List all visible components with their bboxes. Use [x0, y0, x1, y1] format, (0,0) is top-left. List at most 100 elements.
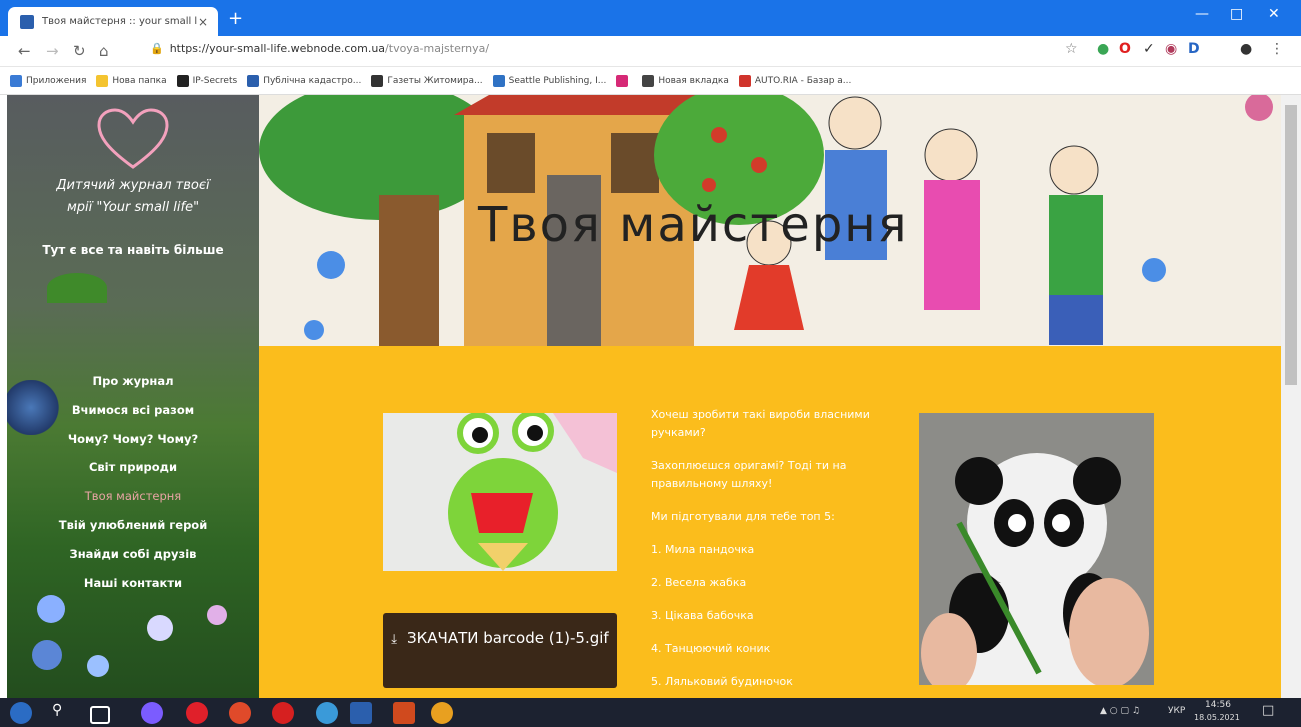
- window-close-icon[interactable]: ✕: [1268, 6, 1280, 22]
- opera-app-icon[interactable]: [186, 702, 208, 724]
- bookmark-label: IP-Secrets: [192, 75, 238, 86]
- maximize-icon[interactable]: □: [1230, 6, 1243, 22]
- sidebar-menu-item[interactable]: Світ природи: [7, 453, 259, 482]
- windows-taskbar: ⚲ ▲ ○ ▢ ♫ УКР 14:56 18.05.2021 □: [0, 698, 1301, 727]
- new-tab-button[interactable]: +: [228, 8, 243, 29]
- browser-tab[interactable]: Твоя майстерня :: your small life ×: [8, 7, 218, 36]
- bookmark-item[interactable]: IP-Secrets: [176, 74, 238, 87]
- tab-close-icon[interactable]: ×: [198, 15, 208, 29]
- sidebar: Дитячий журнал твоєї мрії "Your small li…: [7, 95, 259, 698]
- bookmark-label: Seattle Publishing, I...: [508, 75, 607, 86]
- chrome-app-icon[interactable]: [431, 702, 453, 724]
- bookmark-item[interactable]: Новая вкладка: [642, 74, 729, 87]
- sidebar-title-line2: мрії "Your small life": [66, 200, 200, 215]
- profile-avatar-icon[interactable]: ●: [1240, 41, 1252, 57]
- flower-icon: [37, 595, 65, 623]
- bookmark-item[interactable]: [616, 74, 632, 87]
- shield-extension-icon[interactable]: ●: [1097, 41, 1109, 57]
- bookmark-item[interactable]: Нова папка: [96, 74, 167, 87]
- search-icon[interactable]: ⚲: [52, 702, 62, 718]
- content-paragraph: Хочеш зробити такі вироби власними ручка…: [651, 408, 870, 439]
- notification-icon[interactable]: □: [1262, 703, 1274, 718]
- opera-extension-icon[interactable]: O: [1119, 41, 1131, 57]
- yandex-app-icon[interactable]: [229, 702, 251, 724]
- bookmark-label: Приложения: [26, 75, 87, 86]
- flower-icon: [32, 640, 62, 670]
- menu-dots-icon[interactable]: ⋮: [1270, 41, 1284, 57]
- word-app-icon[interactable]: [350, 702, 372, 724]
- download-icon: ⤓: [391, 632, 398, 647]
- start-button-icon[interactable]: [10, 702, 32, 724]
- page-title: Твоя майстерня: [478, 197, 909, 253]
- list-item: 2. Весела жабка: [651, 576, 747, 589]
- bookmark-icon: [96, 74, 109, 87]
- bookmark-item[interactable]: AUTO.RIA - Базар а...: [738, 74, 852, 87]
- bookmark-icon: [10, 74, 22, 87]
- sidebar-menu-item[interactable]: Твій улюблений герой: [7, 511, 259, 540]
- language-indicator[interactable]: УКР: [1168, 706, 1185, 716]
- clock-time: 14:56: [1205, 700, 1231, 710]
- bookmark-icon: [176, 74, 189, 87]
- bookmark-item[interactable]: Seattle Publishing, I...: [492, 74, 607, 87]
- download-button[interactable]: ⤓ ЗКАЧАТИ barcode (1)-5.gif: [383, 613, 617, 688]
- tray-icons[interactable]: ▲ ○ ▢ ♫: [1100, 706, 1140, 716]
- list-item: 5. Ляльковий будиночок: [651, 675, 793, 688]
- page-scrollbar[interactable]: [1281, 95, 1301, 698]
- task-view-icon[interactable]: [90, 706, 110, 724]
- powerpoint-app-icon[interactable]: [393, 702, 415, 724]
- bookmark-icon: [247, 74, 260, 87]
- list-item: 4. Танцюючий коник: [651, 642, 771, 655]
- bolt-extension-icon[interactable]: ✓: [1143, 41, 1155, 57]
- sidebar-menu-item[interactable]: Про журнал: [7, 367, 259, 396]
- sidebar-title-line1: Дитячий журнал твоєї: [56, 178, 210, 193]
- address-bar: ← → ↻ ⌂ 🔒 https://your-small-life.webnode…: [0, 36, 1301, 67]
- url-field[interactable]: 🔒 https://your-small-life.webnode.com.ua/…: [150, 42, 489, 55]
- extension-icon[interactable]: ◉: [1165, 41, 1177, 57]
- lock-icon: 🔒: [150, 42, 164, 55]
- bookmark-label: Новая вкладка: [658, 75, 729, 86]
- back-icon[interactable]: ←: [18, 42, 31, 60]
- flower-icon: [207, 605, 227, 625]
- bookmark-item[interactable]: Приложения: [10, 74, 87, 87]
- telegram-app-icon[interactable]: [316, 702, 338, 724]
- scrollbar-thumb[interactable]: [1285, 105, 1297, 385]
- reload-icon[interactable]: ↻: [73, 42, 86, 60]
- sidebar-hill: [47, 273, 107, 303]
- id-extension-icon[interactable]: D: [1188, 41, 1200, 57]
- flower-icon: [147, 615, 173, 641]
- url-domain: https://your-small-life.webnode.com.ua: [169, 42, 386, 55]
- bookmark-item[interactable]: Публічна кадастро...: [247, 74, 361, 87]
- sidebar-menu-item[interactable]: Наші контакти: [7, 569, 259, 598]
- bookmarks-bar: Приложения Нова папка IP-Secrets Публічна к…: [0, 67, 1301, 95]
- clock-date: 18.05.2021: [1194, 713, 1240, 722]
- sidebar-menu-item[interactable]: Твоя майстерня: [7, 482, 259, 511]
- sidebar-menu-item[interactable]: Чому? Чому? Чому?: [7, 425, 259, 454]
- url-path: /tvoya-majsternya/: [385, 42, 490, 55]
- sidebar-menu-item[interactable]: Знайди собі друзів: [7, 540, 259, 569]
- minimize-icon[interactable]: —: [1195, 6, 1209, 22]
- web-page: Дитячий журнал твоєї мрії "Your small li…: [0, 95, 1281, 698]
- bookmark-item[interactable]: Газеты Житомира...: [371, 74, 483, 87]
- panda-craft-image: [919, 413, 1154, 685]
- star-icon[interactable]: ☆: [1065, 41, 1078, 57]
- home-icon[interactable]: ⌂: [99, 42, 109, 60]
- list-item: 3. Цікава бабочка: [651, 609, 754, 622]
- sidebar-subtitle: Тут є все та навіть більше: [42, 243, 224, 257]
- bookmark-label: Нова папка: [112, 75, 167, 86]
- site-favicon-icon: [20, 14, 34, 29]
- browser-tab-bar: Твоя майстерня :: your small life × + — …: [0, 0, 1301, 36]
- content-section: ⤓ ЗКАЧАТИ barcode (1)-5.gif Хочеш зробити…: [259, 346, 1281, 698]
- content-paragraph: Захоплюєшся оригамі? Тоді ти на правильн…: [651, 459, 847, 490]
- bookmark-icon: [492, 74, 505, 87]
- yandex-browser-icon[interactable]: [272, 702, 294, 724]
- bookmark-label: AUTO.RIA - Базар а...: [754, 75, 852, 86]
- forward-icon[interactable]: →: [46, 42, 59, 60]
- tab-title: Твоя майстерня :: your small life: [42, 16, 198, 27]
- flower-icon: [87, 655, 109, 677]
- browser-app-icon[interactable]: [141, 702, 163, 724]
- download-label: ЗКАЧАТИ barcode (1)-5.gif: [407, 629, 609, 647]
- heart-logo-icon: [97, 108, 169, 169]
- sidebar-title: Дитячий журнал твоєї мрії "Your small li…: [7, 175, 259, 219]
- sidebar-menu-item[interactable]: Вчимося всі разом: [7, 396, 259, 425]
- bookmark-icon: [738, 74, 751, 87]
